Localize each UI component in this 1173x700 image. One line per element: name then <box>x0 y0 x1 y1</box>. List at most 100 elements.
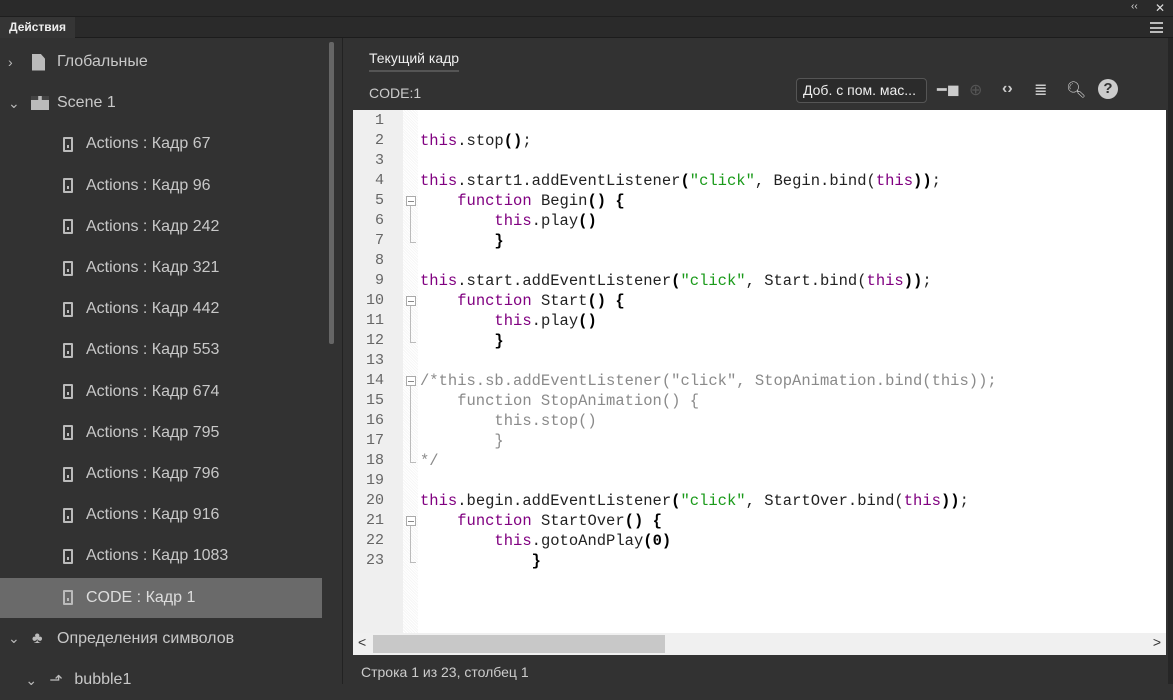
code-line[interactable]: function Start() { <box>420 291 624 311</box>
code-line[interactable]: } <box>420 431 503 451</box>
code-line[interactable]: */ <box>420 451 439 471</box>
code-line[interactable]: } <box>420 331 504 351</box>
tree-item[interactable]: Actions : Кадр 442 <box>0 289 322 329</box>
code-line[interactable]: } <box>420 551 541 571</box>
add-with-wizard-button[interactable]: Доб. с пом. мас... <box>796 78 927 103</box>
tree-item[interactable]: Actions : Кадр 795 <box>0 413 322 453</box>
format-code-icon[interactable]: ≣ <box>1034 80 1047 100</box>
code-token: StartOver <box>531 512 625 530</box>
code-token: } <box>494 332 504 350</box>
chevron-right-icon[interactable]: › <box>8 54 13 70</box>
code-line[interactable]: function Begin() { <box>420 191 624 211</box>
code-token: "click" <box>680 272 746 290</box>
code-line[interactable]: function StartOver() { <box>420 511 662 531</box>
chevron-down-icon[interactable]: ⌄ <box>8 95 20 112</box>
code-line[interactable]: this.gotoAndPlay(0) <box>420 531 671 551</box>
fold-end <box>410 242 416 243</box>
help-icon[interactable]: ? <box>1098 79 1118 99</box>
tree-item[interactable]: Actions : Кадр 67 <box>0 124 322 164</box>
tree-item[interactable]: › Глобальные <box>0 42 322 82</box>
tree-item[interactable]: Actions : Кадр 553 <box>0 330 322 370</box>
frame-icon <box>63 548 73 564</box>
fold-line <box>410 386 416 462</box>
line-number: 16 <box>365 412 384 429</box>
code-line[interactable]: this.start.addEventListener("click", Sta… <box>420 271 932 291</box>
code-token: , StartOver.bind( <box>745 492 904 510</box>
tree-item[interactable]: Actions : Кадр 916 <box>0 495 322 535</box>
vertical-scrollbar[interactable] <box>329 42 334 344</box>
search-icon[interactable]: 🔍︎ <box>1066 80 1086 100</box>
tab-current-frame[interactable]: Текущий кадр <box>369 50 460 72</box>
code-line[interactable]: } <box>420 231 504 251</box>
line-number: 18 <box>365 452 384 469</box>
code-line[interactable]: this.stop() <box>420 411 597 431</box>
horizontal-scrollbar[interactable]: < > <box>353 633 1166 655</box>
scroll-right-arrow[interactable]: > <box>1153 634 1161 650</box>
code-token: this <box>494 212 532 230</box>
line-number: 20 <box>365 492 384 509</box>
frame-icon <box>63 178 73 194</box>
code-token: this.stop() <box>420 412 597 430</box>
fold-toggle-icon[interactable] <box>406 376 416 386</box>
frame-icon <box>63 219 73 235</box>
tree-item[interactable]: Actions : Кадр 796 <box>0 454 322 494</box>
code-token: this <box>494 532 532 550</box>
tree-item-label: Actions : Кадр 553 <box>86 341 220 359</box>
document-icon <box>32 53 45 71</box>
line-number: 19 <box>365 472 384 489</box>
code-token: () <box>587 292 607 310</box>
collapse-panel-button[interactable]: ‹‹ <box>1131 1 1138 12</box>
fold-toggle-icon[interactable] <box>406 516 416 526</box>
line-number: 3 <box>374 152 384 169</box>
chevron-down-icon[interactable]: ⌄ <box>8 630 20 647</box>
tree-item[interactable]: Actions : Кадр 674 <box>0 372 322 412</box>
scroll-left-arrow[interactable]: < <box>358 634 366 650</box>
code-token: )) <box>940 492 960 510</box>
code-token: } <box>494 232 504 250</box>
tree-item[interactable]: Actions : Кадр 321 <box>0 248 322 288</box>
code-token: this <box>494 312 532 330</box>
code-token: .play <box>531 212 579 230</box>
code-line[interactable]: /*this.sb.addEventListener("click", Stop… <box>420 371 997 391</box>
tree-item-label: Actions : Кадр 796 <box>86 465 220 482</box>
panel-menu-icon[interactable] <box>1150 22 1163 33</box>
scrollbar-thumb[interactable] <box>373 635 665 653</box>
code-line[interactable]: function StopAnimation() { <box>420 391 699 411</box>
tree-item[interactable]: Actions : Кадр 242 <box>0 207 322 247</box>
code-token: Begin <box>531 192 588 210</box>
line-number: 7 <box>374 232 384 249</box>
code-token: /*this.sb.addEventListener("click", Stop… <box>420 372 997 390</box>
code-line[interactable]: this.stop(); <box>420 131 532 151</box>
fold-toggle-icon[interactable] <box>406 296 416 306</box>
code-snippets-icon[interactable]: ‹› <box>1002 80 1013 98</box>
code-token: .stop <box>457 132 504 150</box>
frame-icon <box>63 590 73 606</box>
tree-item[interactable]: ⌄ Scene 1 <box>0 83 322 123</box>
line-number: 8 <box>374 252 384 269</box>
code-token: () <box>587 192 607 210</box>
tree-item-label: Actions : Кадр 242 <box>86 217 220 235</box>
code-line[interactable]: this.begin.addEventListener("click", Sta… <box>420 491 969 511</box>
code-line[interactable]: this.play() <box>420 311 596 331</box>
code-line[interactable]: this.play() <box>420 211 596 231</box>
tree-item[interactable]: Actions : Кадр 96 <box>0 166 322 206</box>
target-icon[interactable]: ⊕ <box>969 80 982 100</box>
tree-item[interactable]: Actions : Кадр 1083 <box>0 536 322 576</box>
chevron-down-icon[interactable]: ⌄ <box>25 672 37 689</box>
code-token: "click" <box>689 172 755 190</box>
code-token: function <box>457 512 532 530</box>
code-line[interactable]: this.start1.addEventListener("click", Be… <box>420 171 941 191</box>
code-token: (0) <box>643 532 672 550</box>
fold-toggle-icon[interactable] <box>406 196 416 206</box>
line-number: 4 <box>374 172 384 189</box>
fold-line <box>410 206 416 242</box>
tab-actions[interactable]: Действия <box>0 17 76 38</box>
tree-item[interactable]: ⌄ ♣ Определения символов <box>0 619 322 659</box>
tree-item[interactable]: CODE : Кадр 1 <box>0 577 322 618</box>
code-editor[interactable]: < > 1 2 this.stop(); 3 4 this.start1.addEvent… <box>353 110 1166 655</box>
tree-item[interactable]: ⌄ ⬏ bubble1 <box>0 660 322 700</box>
pin-script-icon[interactable]: ━◼ <box>937 80 960 100</box>
code-token: ( <box>680 172 690 190</box>
close-panel-button[interactable]: ✕ <box>1155 1 1165 15</box>
